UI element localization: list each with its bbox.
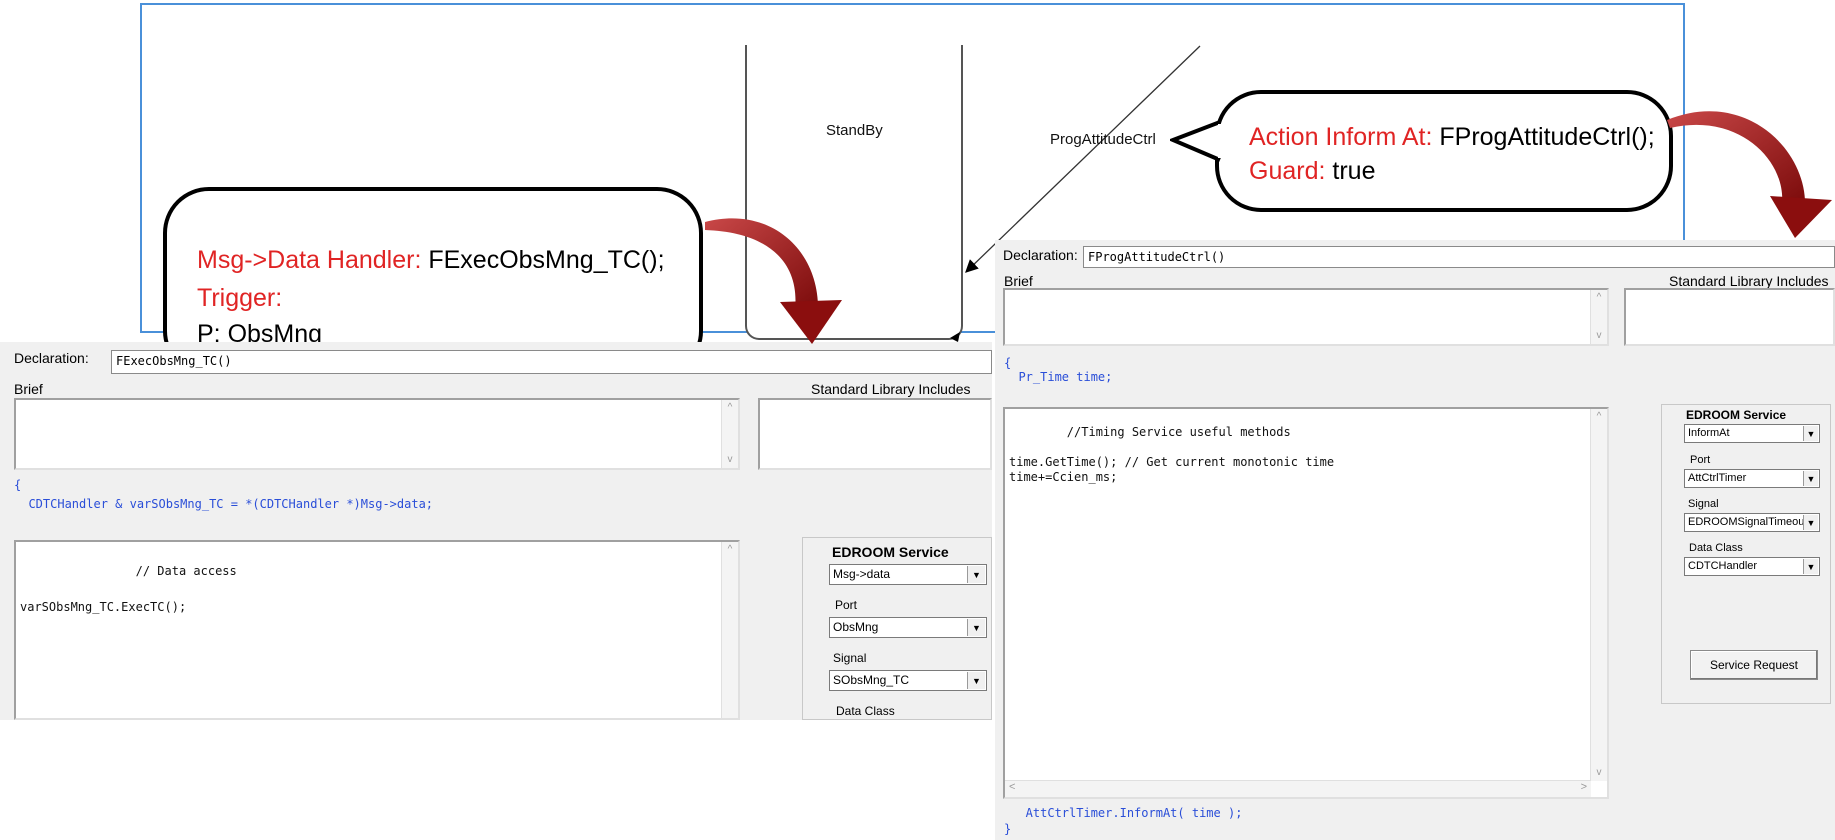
curved-arrow-left-icon (705, 218, 819, 312)
callout-arrows (705, 111, 1832, 344)
arrow-head-right-icon (1770, 196, 1832, 238)
arrow-head-left-icon (780, 300, 842, 344)
curved-arrow-right-icon (1667, 111, 1806, 208)
